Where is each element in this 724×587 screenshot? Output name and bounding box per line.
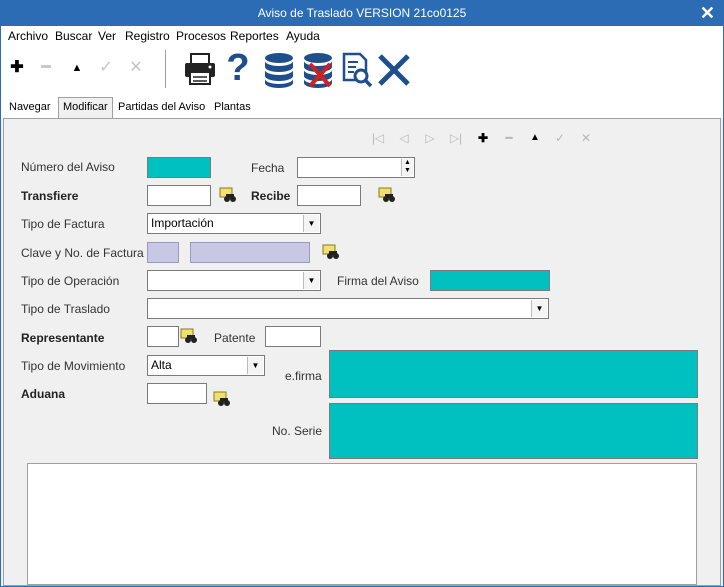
edit-record-button[interactable]: ▲: [63, 54, 91, 82]
no-serie-field[interactable]: [329, 403, 698, 459]
nav-first-button[interactable]: |◁: [369, 131, 387, 145]
printer-icon[interactable]: [182, 50, 218, 90]
clave-factura-field[interactable]: [147, 242, 179, 263]
transfiere-field[interactable]: [147, 185, 211, 206]
aduana-lookup-icon[interactable]: [213, 391, 231, 407]
patente-field[interactable]: [265, 326, 321, 347]
numero-aviso-label: Número del Aviso: [21, 160, 115, 174]
no-serie-label: No. Serie: [272, 424, 323, 438]
patente-label: Patente: [214, 331, 256, 345]
aduana-label: Aduana: [21, 387, 66, 401]
partidas-grid[interactable]: [27, 463, 697, 585]
tipo-traslado-select[interactable]: ▼: [147, 298, 549, 319]
tipo-factura-select[interactable]: Importación ▼: [147, 213, 321, 234]
aduana-field[interactable]: [147, 383, 207, 404]
recibe-field[interactable]: [297, 185, 361, 206]
toolbar-separator: [165, 50, 166, 88]
tab-plantas[interactable]: Plantas: [214, 101, 251, 113]
add-record-button[interactable]: ✚: [3, 54, 31, 82]
tipo-movimiento-label: Tipo de Movimiento: [21, 359, 126, 373]
tab-navegar[interactable]: Navegar: [9, 101, 51, 113]
fecha-spinner[interactable]: ▲ ▼: [401, 159, 413, 176]
post-record-button[interactable]: ✓: [92, 54, 120, 82]
menu-buscar[interactable]: Buscar: [55, 29, 92, 43]
tab-bar: Navegar Modificar Partidas del Aviso Pla…: [1, 94, 723, 119]
menu-procesos[interactable]: Procesos: [176, 29, 226, 43]
nav-last-button[interactable]: ▷|: [447, 131, 465, 145]
menu-reportes[interactable]: Reportes: [230, 29, 279, 43]
database-delete-icon[interactable]: [300, 50, 336, 90]
tipo-operacion-select[interactable]: ▼: [147, 270, 321, 291]
tipo-movimiento-select[interactable]: Alta ▼: [147, 355, 265, 376]
cancel-edit-button[interactable]: ✕: [122, 54, 150, 82]
tab-partidas-del-aviso[interactable]: Partidas del Aviso: [118, 101, 205, 113]
close-window-button[interactable]: ✕: [700, 3, 715, 23]
fecha-field[interactable]: ▲ ▼: [297, 157, 415, 178]
menu-ver[interactable]: Ver: [98, 29, 116, 43]
tipo-movimiento-dropdown-icon[interactable]: ▼: [247, 357, 263, 374]
menu-bar: Archivo Buscar Ver Registro Procesos Rep…: [1, 26, 723, 46]
delete-record-button[interactable]: ━: [32, 54, 60, 82]
tipo-factura-value: Importación: [151, 216, 214, 230]
toolbar: ✚ ━ ▲ ✓ ✕ ?: [1, 46, 723, 94]
firma-aviso-field[interactable]: [430, 270, 550, 291]
firma-aviso-label: Firma del Aviso: [337, 274, 419, 288]
efirma-field[interactable]: [329, 350, 698, 398]
tipo-movimiento-value: Alta: [151, 358, 172, 372]
nav-edit-button[interactable]: ▲: [526, 132, 544, 143]
app-window: Aviso de Traslado VERSION 21co0125 ✕ Arc…: [0, 0, 724, 587]
factura-lookup-icon[interactable]: [322, 244, 340, 260]
representante-label: Representante: [21, 331, 105, 345]
fecha-label: Fecha: [251, 161, 285, 175]
menu-registro[interactable]: Registro: [125, 29, 170, 43]
title-bar: Aviso de Traslado VERSION 21co0125 ✕: [1, 1, 723, 26]
nav-post-button[interactable]: ✓: [551, 131, 569, 145]
nav-delete-button[interactable]: ━: [500, 131, 518, 145]
menu-ayuda[interactable]: Ayuda: [286, 29, 320, 43]
nav-add-button[interactable]: ✚: [474, 131, 492, 145]
tipo-traslado-dropdown-icon[interactable]: ▼: [531, 300, 547, 317]
tipo-factura-label: Tipo de Factura: [21, 217, 105, 231]
menu-archivo[interactable]: Archivo: [8, 29, 48, 43]
nav-next-button[interactable]: ▷: [421, 131, 439, 145]
help-icon[interactable]: ?: [223, 46, 253, 90]
database-icon[interactable]: [261, 50, 297, 90]
window-title: Aviso de Traslado VERSION 21co0125: [257, 6, 467, 20]
transfiere-label: Transfiere: [21, 189, 79, 203]
representante-field[interactable]: [147, 326, 179, 347]
nav-cancel-button[interactable]: ✕: [577, 131, 595, 145]
tab-modificar[interactable]: Modificar: [58, 97, 113, 119]
exit-icon[interactable]: [376, 50, 412, 90]
numero-factura-field[interactable]: [190, 242, 310, 263]
recibe-label: Recibe: [251, 189, 291, 203]
tipo-operacion-dropdown-icon[interactable]: ▼: [303, 272, 319, 289]
transfiere-lookup-icon[interactable]: [219, 187, 237, 203]
search-report-icon[interactable]: [339, 50, 375, 90]
representante-lookup-icon[interactable]: [180, 328, 198, 344]
tipo-traslado-label: Tipo de Traslado: [21, 302, 110, 316]
recibe-lookup-icon[interactable]: [378, 187, 396, 203]
tipo-factura-dropdown-icon[interactable]: ▼: [303, 215, 319, 232]
tipo-operacion-label: Tipo de Operación: [21, 274, 120, 288]
clave-factura-label: Clave y No. de Factura: [21, 246, 144, 260]
nav-prev-button[interactable]: ◁: [395, 131, 413, 145]
numero-aviso-field[interactable]: [147, 157, 211, 178]
efirma-label: e.firma: [285, 369, 322, 383]
